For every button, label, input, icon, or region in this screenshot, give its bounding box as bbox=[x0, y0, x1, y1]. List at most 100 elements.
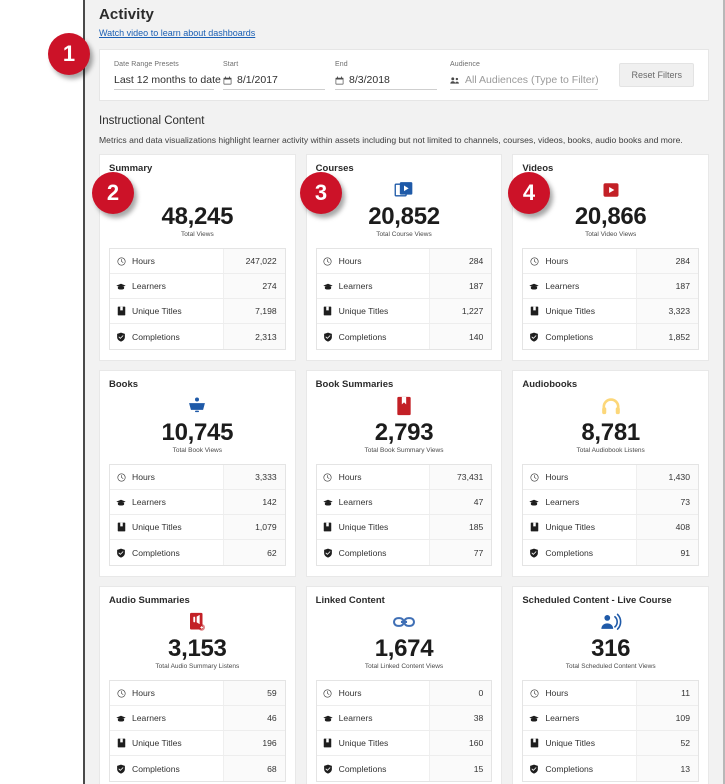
metric-value: 3,323 bbox=[636, 299, 698, 323]
callout-badge-3: 3 bbox=[300, 172, 342, 214]
card-primary-caption: Total Course Views bbox=[376, 231, 432, 238]
metric-row: Completions 13 bbox=[523, 756, 698, 781]
dashboard-page: Activity Watch video to learn about dash… bbox=[83, 0, 725, 784]
headphones-icon bbox=[522, 393, 699, 419]
card-primary-value: 20,852 bbox=[368, 203, 440, 230]
start-date-value[interactable]: 8/1/2017 bbox=[223, 74, 325, 90]
metric-value: 284 bbox=[636, 249, 698, 273]
book-icon bbox=[317, 306, 339, 316]
book-icon bbox=[110, 306, 132, 316]
reset-filters-button[interactable]: Reset Filters bbox=[619, 63, 694, 87]
card-metrics-table: Hours 1,430 Learners 73 Unique Titles 408 Comp… bbox=[522, 464, 699, 566]
metric-row: Unique Titles 1,227 bbox=[316, 299, 492, 324]
card-metrics-table: Hours 284 Learners 187 Unique Titles 1,227 Com… bbox=[315, 248, 493, 350]
card-primary-caption: Total Video Views bbox=[585, 231, 637, 238]
clock-icon bbox=[110, 472, 132, 482]
metric-label: Completions bbox=[545, 547, 594, 558]
calendar-icon bbox=[335, 76, 344, 85]
metric-card: Scheduled Content - Live Course 316 Total … bbox=[512, 586, 709, 784]
people-icon bbox=[450, 76, 460, 85]
card-primary-caption: Total Scheduled Content Views bbox=[565, 663, 656, 670]
shield-check-icon bbox=[317, 548, 339, 558]
card-primary-caption: Total Views bbox=[180, 231, 214, 238]
page-header: Activity Watch video to learn about dash… bbox=[99, 6, 709, 41]
metric-row: Learners 38 bbox=[316, 706, 492, 731]
metric-label: Unique Titles bbox=[338, 738, 389, 748]
graduation-cap-icon bbox=[317, 498, 339, 507]
audience-placeholder-text: All Audiences (Type to Filter) bbox=[465, 74, 599, 86]
metric-label: Learners bbox=[545, 713, 580, 723]
shield-check-icon bbox=[110, 332, 132, 342]
card-title: Audiobooks bbox=[522, 379, 578, 390]
metric-value: 2,313 bbox=[222, 324, 285, 349]
start-date-label: Start bbox=[223, 61, 239, 68]
audience-field[interactable]: Audience All Audiences (Type to Filter) bbox=[450, 60, 599, 90]
card-title: Summary bbox=[109, 163, 153, 174]
metric-value: 38 bbox=[429, 706, 492, 730]
end-date-value[interactable]: 8/3/2018 bbox=[335, 74, 437, 90]
card-title: Audio Summaries bbox=[109, 595, 190, 606]
metric-row: Learners 187 bbox=[523, 274, 698, 299]
shield-check-icon bbox=[523, 764, 545, 774]
callout-badge-4: 4 bbox=[508, 172, 550, 214]
metric-row: Completions 15 bbox=[317, 756, 492, 781]
metric-value: 11 bbox=[636, 681, 698, 705]
graduation-cap-icon bbox=[110, 714, 132, 723]
end-date-label: End bbox=[335, 61, 348, 68]
metric-row: Unique Titles 160 bbox=[316, 731, 492, 756]
metric-value: 1,079 bbox=[222, 515, 285, 539]
metric-value: 73 bbox=[636, 490, 698, 514]
audience-value[interactable]: All Audiences (Type to Filter) bbox=[450, 74, 599, 90]
graduation-cap-icon bbox=[523, 714, 545, 723]
audience-label: Audience bbox=[450, 61, 480, 68]
metric-label: Learners bbox=[338, 497, 373, 507]
metric-label: Unique Titles bbox=[132, 306, 182, 316]
clock-icon bbox=[317, 688, 339, 698]
date-range-preset-value[interactable]: Last 12 months to date ▼ bbox=[114, 74, 233, 90]
metric-card: Linked Content 1,674 Total Linked Content … bbox=[305, 586, 503, 784]
metric-label: Completions bbox=[132, 331, 180, 342]
metric-label: Learners bbox=[338, 713, 373, 723]
date-range-preset-field[interactable]: Date Range Presets Last 12 months to dat… bbox=[114, 60, 233, 90]
card-primary-value: 20,866 bbox=[574, 203, 647, 230]
metric-label: Unique Titles bbox=[545, 522, 596, 532]
card-metrics-table: Hours 284 Learners 187 Unique Titles 3,323 Com… bbox=[522, 248, 699, 350]
metric-row: Learners 47 bbox=[316, 490, 492, 515]
metric-value: 187 bbox=[636, 274, 698, 298]
book-icon bbox=[523, 522, 545, 532]
metric-row: Learners 109 bbox=[523, 706, 698, 731]
metric-card: Books 10,745 Total Book Views Hours 3,333 Lea… bbox=[99, 370, 296, 577]
book-icon bbox=[317, 738, 339, 748]
shield-check-icon bbox=[110, 764, 132, 774]
metric-label: Learners bbox=[338, 281, 373, 291]
metric-label: Completions bbox=[338, 547, 387, 558]
card-metrics-table: Hours 3,333 Learners 142 Unique Titles 1,079 C… bbox=[109, 464, 286, 566]
start-date-field[interactable]: Start 8/1/2017 bbox=[223, 60, 325, 90]
watch-video-link[interactable]: Watch video to learn about dashboards bbox=[99, 28, 255, 39]
card-metrics-table: Hours 73,431 Learners 47 Unique Titles 185 Com… bbox=[315, 464, 493, 566]
metric-label: Unique Titles bbox=[338, 522, 389, 532]
clock-icon bbox=[317, 472, 339, 482]
card-primary-caption: Total Audio Summary Listens bbox=[155, 663, 240, 670]
live-broadcast-icon bbox=[522, 609, 699, 635]
metric-label: Unique Titles bbox=[132, 738, 182, 748]
end-date-field[interactable]: End 8/3/2018 bbox=[335, 60, 437, 90]
metric-row: Unique Titles 52 bbox=[523, 731, 698, 756]
metric-value: 408 bbox=[636, 515, 698, 539]
metric-label: Learners bbox=[545, 497, 580, 507]
metric-card-grid: Summary 48,245 Total Views Hours 247,022 Lear… bbox=[99, 154, 709, 784]
section-description: Metrics and data visualizations highligh… bbox=[99, 135, 683, 145]
metric-row: Unique Titles 196 bbox=[110, 731, 285, 756]
metric-label: Learners bbox=[132, 713, 166, 723]
card-primary-value: 316 bbox=[591, 635, 631, 662]
metric-row: Hours 0 bbox=[316, 681, 492, 706]
metric-row: Completions 62 bbox=[110, 540, 285, 565]
metric-label: Unique Titles bbox=[132, 522, 182, 532]
metric-label: Hours bbox=[338, 256, 362, 266]
callout-badge-1: 1 bbox=[48, 33, 90, 75]
card-icon-placeholder bbox=[109, 177, 286, 203]
metric-row: Completions 77 bbox=[317, 540, 492, 565]
courses-stack-play-icon bbox=[316, 177, 493, 203]
metric-label: Learners bbox=[132, 281, 166, 291]
metric-row: Completions 91 bbox=[523, 540, 698, 565]
